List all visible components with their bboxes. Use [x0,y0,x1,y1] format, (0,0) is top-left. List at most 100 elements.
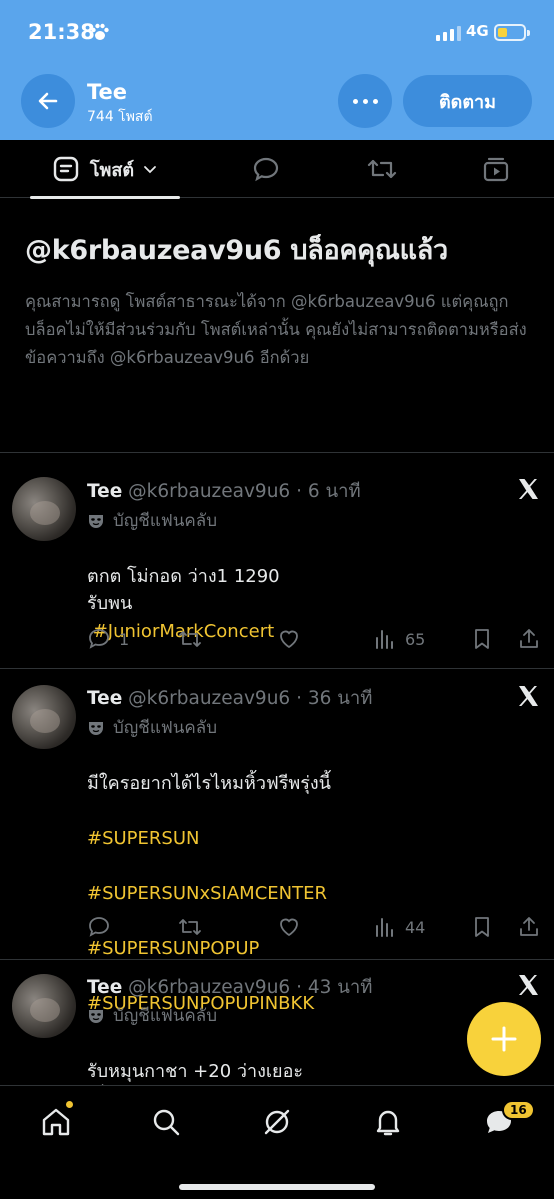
tweet-actions: 44 [87,915,545,941]
back-button[interactable] [21,74,75,128]
signal-icon [436,26,461,41]
tweet[interactable]: Tee @k6rbauzeav9u6 · 36 นาที บัญชีแฟนคลั… [0,669,554,1014]
reply-icon [89,917,109,937]
profile-tabs: โพสต์ [0,140,554,199]
tweet-text: มีใครอยากได้ไรไหมหิ้วฟรีพรุ่งนี้ [87,772,331,794]
media-icon [483,157,509,182]
reply-button[interactable]: 1 [87,627,129,651]
bar-chart-icon [376,918,393,937]
view-count: 44 [405,917,426,937]
network-type: 4G [466,22,489,40]
tweet[interactable]: Tee @k6rbauzeav9u6 · 6 นาที บัญชีแฟนคลับ… [0,453,554,668]
mask-icon [89,514,103,528]
battery-icon [494,24,526,41]
fan-account-text: บัญชีแฟนคลับ [113,511,218,531]
repost-icon [179,919,201,935]
nav-home[interactable] [40,1106,72,1138]
fan-account-label: บัญชีแฟนคลับ [87,1002,217,1029]
heart-icon [280,918,298,937]
posts-icon [53,156,79,182]
home-indicator [179,1184,375,1190]
status-bar: 21:38 4G [0,0,554,66]
tweet-header: Tee @k6rbauzeav9u6 · 43 นาที [87,973,373,1002]
fan-account-label: บัญชีแฟนคลับ [87,507,217,534]
tab-media[interactable] [476,140,516,198]
blocked-title: @k6rbauzeav9u6 บล็อคคุณแล้ว [25,235,448,266]
post-count: 744 โพสต์ [87,109,153,125]
repost-button[interactable] [177,627,203,651]
avatar[interactable] [12,974,76,1038]
tweet-author-name[interactable]: Tee [87,977,122,998]
like-button[interactable] [277,627,301,651]
tweet-author-name[interactable]: Tee [87,688,122,709]
view-count: 65 [405,629,426,649]
tweet-handle-time: @k6rbauzeav9u6 · 6 นาที [128,481,361,502]
profile-header: 21:38 4G Tee 744 โพสต์ ติดตาม [0,0,554,140]
tab-reposts[interactable] [362,140,402,198]
share-button[interactable] [517,627,541,651]
tweet-header: Tee @k6rbauzeav9u6 · 6 นาที [87,477,361,506]
tweet-handle-time: @k6rbauzeav9u6 · 43 นาที [128,977,373,998]
bookmark-button[interactable] [471,915,493,939]
tweet-actions: 1 65 [87,627,545,653]
reply-button[interactable] [87,915,119,939]
messages-badge: 16 [502,1100,535,1120]
bookmark-button[interactable] [471,627,493,651]
tab-posts-label: โพสต์ [89,159,135,181]
more-options-button[interactable] [338,74,392,128]
tweet-text: ตกต โม่กอด ว่าง1 1290 รับพน [87,565,280,615]
nav-grok[interactable] [261,1106,293,1138]
fan-account-label: บัญชีแฟนคลับ [87,714,217,741]
fan-account-text: บัญชีแฟนคลับ [113,1006,218,1026]
mask-icon [89,721,103,735]
fan-account-text: บัญชีแฟนคลับ [113,718,218,738]
bell-icon [376,1110,400,1136]
status-time: 21:38 [28,20,95,44]
plus-icon [491,1026,517,1052]
profile-name: Tee [87,80,128,104]
avatar[interactable] [12,685,76,749]
paw-icon [91,23,109,40]
arrow-left-icon [38,92,58,110]
x-logo-icon [519,479,538,499]
hashtag[interactable]: #SUPERSUN [87,825,517,853]
reply-icon [253,157,279,182]
compose-button[interactable] [467,1002,541,1076]
share-icon [520,917,538,936]
x-logo-icon [519,975,538,995]
bookmark-icon [475,629,489,649]
share-icon [520,629,538,648]
nav-search[interactable] [150,1106,182,1138]
search-icon [153,1109,180,1136]
hashtag[interactable]: #SUPERSUNxSIAMCENTER [87,880,517,908]
views-button[interactable]: 65 [373,627,425,651]
battery-tip [527,30,530,36]
heart-icon [280,630,298,649]
tweet-header: Tee @k6rbauzeav9u6 · 36 นาที [87,684,373,713]
tweet-author-name[interactable]: Tee [87,481,122,502]
active-tab-indicator [30,196,180,199]
mask-icon [89,1009,103,1023]
repost-button[interactable] [177,915,203,939]
like-button[interactable] [277,915,301,939]
share-button[interactable] [517,915,541,939]
bookmark-icon [475,917,489,937]
repost-icon [179,631,201,647]
x-logo-icon [519,686,538,706]
grok-icon [264,1109,290,1135]
reply-icon [89,629,109,649]
views-button[interactable]: 44 [373,915,425,939]
bar-chart-icon [376,630,393,649]
chevron-down-icon [144,166,157,174]
follow-button[interactable]: ติดตาม [403,75,532,127]
avatar[interactable] [12,477,76,541]
repost-icon [367,159,397,179]
tab-replies[interactable] [246,140,286,198]
tweet-handle-time: @k6rbauzeav9u6 · 36 นาที [128,688,373,709]
blocked-description: คุณสามารถดู โพสต์สาธารณะได้จาก @k6rbauze… [25,292,527,367]
bottom-navigation [0,1085,554,1199]
home-icon [42,1108,70,1136]
nav-notifications[interactable] [372,1106,404,1138]
reply-count: 1 [119,629,130,649]
tab-posts[interactable]: โพสต์ [30,140,180,199]
